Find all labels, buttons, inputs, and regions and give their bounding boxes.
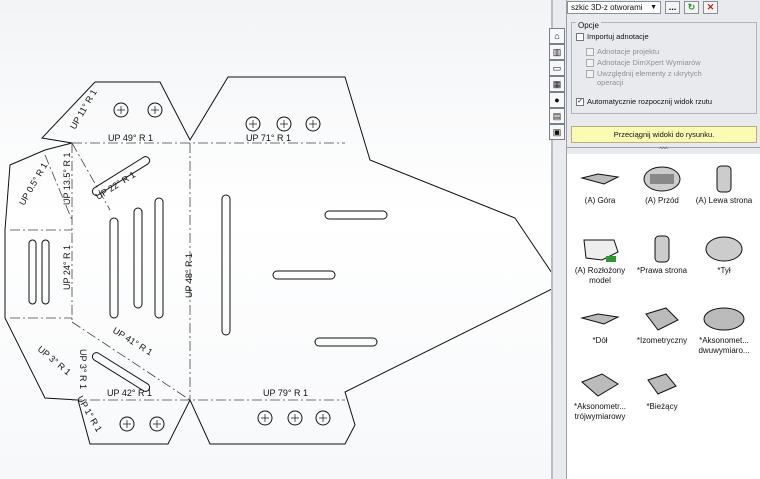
drag-hint-banner: Przeciągnij widoki do rysunku. xyxy=(571,126,757,143)
view-palette-icon[interactable]: ▣ xyxy=(549,124,565,140)
checkbox[interactable] xyxy=(586,48,594,56)
options-title: Opcje xyxy=(576,21,601,30)
view-dimetric[interactable]: *Aksonomet... dwuwymiaro... xyxy=(693,304,755,356)
bend-note[interactable]: UP 0.5° R 1 xyxy=(17,161,49,207)
option-auto-projected-view[interactable]: ✓ Automatycznie rozpocznij widok rzutu xyxy=(576,97,712,106)
view-dimetric-thumbnail xyxy=(703,307,745,331)
bend-note[interactable]: UP 71° R 1 xyxy=(246,133,291,143)
checkbox[interactable] xyxy=(586,70,594,78)
view-top-thumbnail xyxy=(580,173,620,185)
options-group: Opcje Importuj adnotacje Adnotacje proje… xyxy=(571,21,757,114)
view-flat-pattern[interactable]: (A) Rozłożony model xyxy=(569,234,631,286)
view-front[interactable]: (A) Przód xyxy=(631,164,693,206)
bend-note[interactable]: UP 42° R 1 xyxy=(107,388,152,398)
home-icon[interactable]: ⌂ xyxy=(549,28,565,44)
view-isometric-thumbnail xyxy=(645,307,679,331)
view-flat-pattern-thumbnail xyxy=(583,239,619,262)
palette-icon[interactable]: ▦ xyxy=(549,76,565,92)
bend-note[interactable]: UP 48° R 1 xyxy=(184,253,194,298)
bend-note[interactable]: UP 41° R 1 xyxy=(111,325,154,357)
option-design-annotations[interactable]: Adnotacje projektu xyxy=(586,47,659,56)
checkbox[interactable] xyxy=(586,59,594,67)
checkbox-checked[interactable]: ✓ xyxy=(576,98,584,106)
custom-props-icon[interactable]: ▤ xyxy=(549,108,565,124)
drawing-canvas[interactable]: UP 49° R 1 UP 71° R 1 UP 22° R 1 UP 13.5… xyxy=(0,0,551,479)
browse-button[interactable]: ... xyxy=(665,0,680,14)
flat-pattern-drawing[interactable]: UP 49° R 1 UP 71° R 1 UP 22° R 1 UP 13.5… xyxy=(0,0,551,479)
view-current-thumbnail xyxy=(647,373,677,395)
model-select[interactable]: szkic 3D-z otworami ▼ xyxy=(567,0,661,14)
bend-note[interactable]: UP 79° R 1 xyxy=(263,388,308,398)
view-palette-panel: szkic 3D-z otworami ▼ ... ↻ ✕ Opcje Impo… xyxy=(567,0,760,479)
view-left-thumbnail xyxy=(716,165,732,193)
view-bottom-thumbnail xyxy=(580,313,620,325)
collapse-handle[interactable]: ^^^ xyxy=(567,147,760,153)
view-bottom[interactable]: *Dół xyxy=(569,304,631,346)
view-front-thumbnail xyxy=(643,166,681,192)
option-import-annotations[interactable]: Importuj adnotacje xyxy=(576,32,649,41)
bend-note[interactable]: UP 13.5° R 1 xyxy=(62,153,72,205)
appearance-icon[interactable]: ● xyxy=(549,92,565,108)
view-thumbnails: (A) Góra (A) Przód (A) Lewa strona (A) R… xyxy=(567,154,760,479)
close-icon[interactable]: ✕ xyxy=(703,0,718,14)
chevron-down-icon: ▼ xyxy=(650,3,657,11)
folder-icon[interactable]: ▭ xyxy=(549,60,565,76)
bend-note[interactable]: UP 3° R 1 xyxy=(78,349,88,389)
view-trimetric[interactable]: *Aksonometr... trójwymiarowy xyxy=(569,370,631,422)
bend-note[interactable]: UP 24° R 1 xyxy=(62,245,72,290)
option-hidden-features[interactable]: Uwzględnij elementy z ukrytych operacji xyxy=(586,69,716,87)
view-right-thumbnail xyxy=(654,235,670,263)
view-right[interactable]: *Prawa strona xyxy=(631,234,693,276)
view-back[interactable]: *Tył xyxy=(693,234,755,276)
bend-note[interactable]: UP 49° R 1 xyxy=(108,133,153,143)
view-top[interactable]: (A) Góra xyxy=(569,164,631,206)
checkbox[interactable] xyxy=(576,33,584,41)
library-icon[interactable]: ▥ xyxy=(549,44,565,60)
view-isometric[interactable]: *Izometryczny xyxy=(631,304,693,346)
model-select-value: szkic 3D-z otworami xyxy=(571,2,643,12)
option-dimxpert-annotations[interactable]: Adnotacje DimXpert Wymiarów xyxy=(586,58,701,67)
view-current[interactable]: *Bieżący xyxy=(631,370,693,412)
view-trimetric-thumbnail xyxy=(581,373,619,397)
view-left[interactable]: (A) Lewa strona xyxy=(693,164,755,206)
refresh-icon[interactable]: ↻ xyxy=(684,0,699,14)
bend-note[interactable]: UP 3° R 1 xyxy=(36,344,73,377)
panel-toolbar: szkic 3D-z otworami ▼ ... ↻ ✕ xyxy=(567,0,760,14)
view-back-thumbnail xyxy=(705,236,743,262)
